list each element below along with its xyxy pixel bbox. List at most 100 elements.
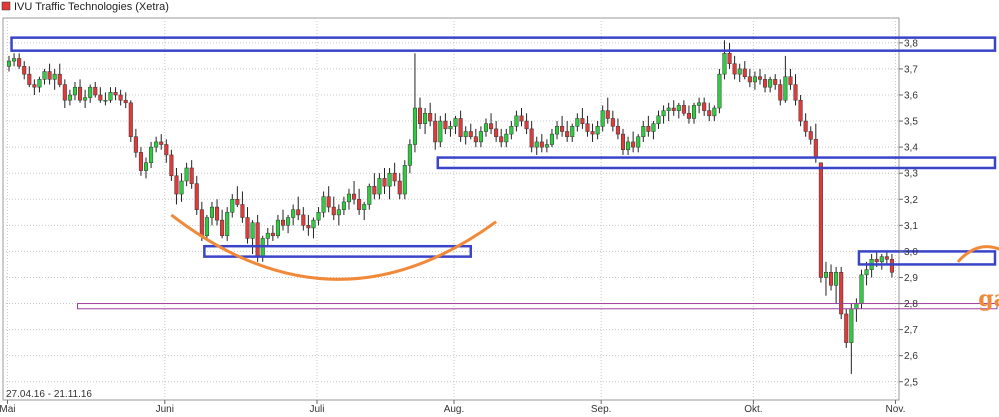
candle-body: [260, 238, 265, 257]
candle-body: [676, 105, 681, 111]
x-tick-label: Okt.: [744, 404, 762, 415]
candle-body: [377, 178, 382, 195]
candle-body: [367, 185, 372, 205]
candle-body: [280, 219, 286, 226]
candle-body: [889, 258, 894, 273]
y-tick-label: 3,5: [904, 117, 918, 128]
candle-body: [164, 144, 169, 156]
candle-body: [509, 126, 514, 135]
candle-body: [712, 107, 717, 117]
candle-body: [306, 225, 311, 229]
candle-body: [108, 92, 113, 101]
candle-body: [468, 131, 473, 137]
candle-body: [849, 308, 854, 343]
candle-body: [752, 76, 757, 83]
candle-body: [448, 126, 453, 130]
candle-body: [301, 214, 306, 226]
candle-body: [504, 133, 509, 143]
candle-body: [220, 219, 225, 237]
candle-body: [737, 68, 742, 75]
candle-body: [438, 120, 443, 143]
x-tick-label: Juni: [156, 404, 174, 415]
candle-body: [636, 136, 641, 148]
candle-body: [78, 86, 83, 101]
candle-body: [103, 99, 108, 102]
candle-body: [275, 219, 280, 237]
candle-body: [296, 209, 301, 216]
candle-body: [600, 110, 605, 127]
y-tick-label: 3,7: [904, 64, 918, 75]
legend-swatch-icon: [1, 1, 11, 11]
candle-body: [47, 71, 52, 80]
candle-body: [128, 102, 133, 137]
candle-body: [783, 76, 788, 101]
candle-body: [565, 131, 570, 137]
y-tick-label: 3,8: [904, 38, 918, 49]
candle-body: [549, 133, 554, 145]
candle-body: [341, 201, 346, 210]
candle-body: [615, 126, 620, 135]
candle-body: [174, 175, 179, 195]
candle-body: [884, 256, 889, 260]
candle-body: [412, 107, 417, 145]
candle-body: [382, 178, 387, 187]
y-tick-label: 2,5: [904, 377, 918, 388]
candle-body: [478, 131, 483, 143]
candle-body: [773, 79, 778, 85]
candle-body: [189, 167, 194, 184]
candle-body: [651, 123, 656, 132]
candle-body: [570, 126, 575, 137]
candle-body: [656, 115, 661, 124]
candle-body: [742, 68, 747, 77]
candle-body: [154, 141, 159, 148]
candlestick-series: [6, 40, 894, 374]
candle-body: [42, 71, 47, 80]
candle-body: [727, 53, 732, 64]
candle-body: [98, 94, 103, 101]
candle-body: [834, 272, 839, 286]
candle-body: [859, 274, 864, 304]
candle-body: [641, 126, 646, 137]
candle-body: [489, 123, 494, 130]
candle-body: [138, 152, 143, 171]
candle-body: [194, 183, 199, 210]
y-axis: 2,5 2,6 2,7 2,8 2,9 3,0 3,1 3,2 3,3 3,4 3,5 3,6 3,7 3…: [899, 38, 918, 388]
candle-body: [590, 131, 595, 135]
candle-body: [250, 222, 255, 239]
candle-body: [179, 180, 184, 195]
candle-body: [209, 206, 214, 218]
candle-body: [352, 193, 357, 200]
candle-body: [72, 86, 77, 96]
candle-body: [199, 209, 204, 237]
candle-body: [803, 120, 808, 132]
candle-body: [265, 232, 270, 239]
candle-body: [407, 144, 412, 166]
candle-body: [514, 115, 519, 127]
candle-body: [245, 217, 250, 239]
candle-body: [184, 167, 189, 182]
y-tick-label: 2,9: [904, 273, 918, 284]
candle-body: [458, 118, 463, 137]
candle-body: [874, 258, 879, 263]
candle-body: [494, 128, 499, 137]
candle-body: [768, 79, 773, 88]
candle-body: [336, 209, 341, 216]
candle-body: [666, 107, 671, 111]
candle-body: [646, 126, 651, 132]
candle-body: [620, 133, 626, 150]
x-tick-label: Nov.: [886, 404, 906, 415]
candle-body: [879, 256, 884, 263]
y-tick-label: 3,2: [904, 195, 918, 206]
candle-body: [417, 107, 423, 124]
candle-body: [67, 94, 72, 101]
candle-body: [57, 73, 62, 85]
candle-body: [32, 84, 37, 88]
candle-body: [473, 136, 478, 143]
support-box-left: [203, 244, 473, 258]
candle-body: [433, 120, 438, 143]
candle-body: [240, 204, 245, 218]
candle-body: [854, 303, 859, 310]
gap-annotation: gap: [978, 286, 999, 312]
candle-body: [463, 131, 468, 137]
candle-body: [722, 53, 727, 75]
